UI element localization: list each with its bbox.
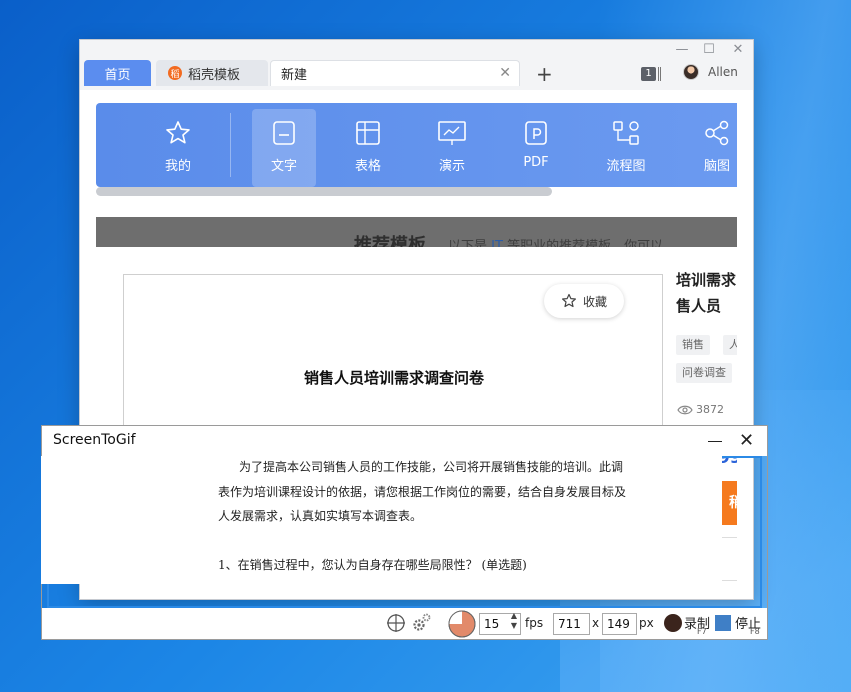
record-icon[interactable] (664, 614, 682, 632)
docer-logo-icon: 稻 (168, 66, 182, 80)
screentogif-window: ScreenToGif ✕ 为了提高本公司销售人员的工作技能，公司将开展销售技能… (41, 425, 768, 640)
ribbon-label: 我的 (164, 159, 191, 174)
fps-input[interactable]: 15 ▲ ▼ (479, 611, 521, 635)
star-icon (561, 293, 576, 308)
tag-sales[interactable]: 销售 (676, 335, 710, 355)
ribbon-item-mine[interactable]: 我的 (146, 103, 210, 181)
template-title: 培训需求 售人员 (676, 271, 737, 315)
tab-docer-label: 稻壳模板 (188, 67, 241, 83)
stop-shortcut: F8 (750, 627, 760, 636)
favorite-label: 收藏 (582, 294, 607, 309)
fps-dial-icon[interactable] (447, 609, 477, 639)
ribbon-item-writer[interactable]: 文字 (252, 109, 316, 187)
mindmap-icon (705, 120, 729, 146)
dimension-separator: x (592, 616, 600, 630)
ribbon-item-presentation[interactable]: 演示 (420, 103, 484, 181)
flowchart-icon (613, 121, 639, 145)
pdf-icon (525, 121, 547, 145)
doc-line-1: 为了提高本公司销售人员的工作技能，公司将开展销售技能的培训。此调 (239, 460, 624, 474)
ribbon-label: 文字 (270, 159, 297, 174)
ribbon-item-flowchart[interactable]: 流程图 (594, 103, 658, 181)
user-avatar[interactable] (683, 64, 699, 80)
tab-docer-templates[interactable]: 稻 稻壳模板 (156, 60, 268, 86)
close-window-icon[interactable]: ✕ (727, 42, 749, 57)
minimize-icon[interactable]: — (671, 42, 693, 57)
screentogif-titlebar: ScreenToGif ✕ (42, 426, 767, 456)
doc-line-3: 人发展需求，认真如实填写本调查表。 (218, 509, 423, 523)
doc-line-4: 1、在销售过程中，您认为自身存在哪些局限性？ (单选题) (218, 558, 527, 572)
ribbon-label: PDF (523, 155, 549, 170)
ribbon-label: 演示 (438, 159, 465, 174)
document-title: 销售人员培训需求调查问卷 (303, 369, 484, 387)
document-icon (273, 121, 295, 145)
fps-label: fps (525, 616, 544, 630)
favorite-button[interactable]: 收藏 (544, 284, 624, 318)
fps-stepper-icon[interactable]: ▲ ▼ (511, 611, 517, 631)
doc-line-2: 表作为培训课程设计的依据，请您根据工作岗位的需要，结合自身发展目标及 (218, 485, 627, 499)
px-label: px (639, 616, 654, 630)
ribbon-item-pdf[interactable]: PDF (504, 103, 568, 181)
ribbon-item-spreadsheet[interactable]: 表格 (336, 103, 400, 181)
tab-close-icon[interactable]: ✕ (499, 65, 511, 81)
width-input[interactable]: 711 (553, 613, 590, 635)
settings-gears-icon[interactable] (412, 612, 432, 632)
ribbon-label: 表格 (354, 159, 381, 174)
stop-icon[interactable] (715, 615, 731, 631)
eye-icon (677, 405, 693, 414)
maximize-icon[interactable]: ☐ (698, 42, 720, 57)
tag-people[interactable]: 人 (723, 335, 737, 355)
presentation-icon (438, 121, 466, 145)
minimize-icon[interactable] (708, 441, 722, 442)
window-count-badge[interactable]: 1 (641, 67, 656, 81)
title-bar: — ☐ ✕ 首页 稻 稻壳模板 新建 ✕ + 1 Allen (80, 40, 753, 90)
recording-area: 为了提高本公司销售人员的工作技能，公司将开展销售技能的培训。此调 表作为培训课程… (41, 456, 762, 608)
view-count: 3872 (677, 403, 724, 416)
new-document-ribbon: 我的 文字 表格 演示 PDF 流程图 脑图 (96, 103, 737, 187)
user-name[interactable]: Allen (708, 65, 738, 79)
add-tab-button[interactable]: + (536, 62, 553, 86)
height-input[interactable]: 149 (602, 613, 637, 635)
window-list-icon[interactable] (658, 67, 661, 81)
star-icon (166, 121, 190, 144)
record-shortcut: F7 (697, 627, 707, 636)
tab-home-label: 首页 (104, 67, 131, 83)
ribbon-item-mindmap[interactable]: 脑图 (685, 103, 749, 181)
ribbon-label: 流程图 (606, 159, 646, 174)
close-icon[interactable]: ✕ (739, 430, 754, 451)
crosshair-icon[interactable] (386, 613, 406, 633)
screentogif-toolbar: 15 ▲ ▼ fps 711 x 149 px 录制 F7 停止 F8 (42, 608, 767, 639)
tab-home[interactable]: 首页 (84, 60, 151, 86)
tag-questionnaire[interactable]: 问卷调查 (676, 363, 732, 383)
tab-new-label: 新建 (281, 68, 308, 83)
horizontal-scrollbar[interactable] (96, 187, 552, 196)
tab-new[interactable]: 新建 ✕ (270, 60, 520, 86)
ribbon-divider (230, 113, 231, 177)
table-icon (356, 121, 380, 145)
screentogif-title: ScreenToGif (53, 432, 136, 448)
ribbon-label: 脑图 (703, 159, 730, 174)
